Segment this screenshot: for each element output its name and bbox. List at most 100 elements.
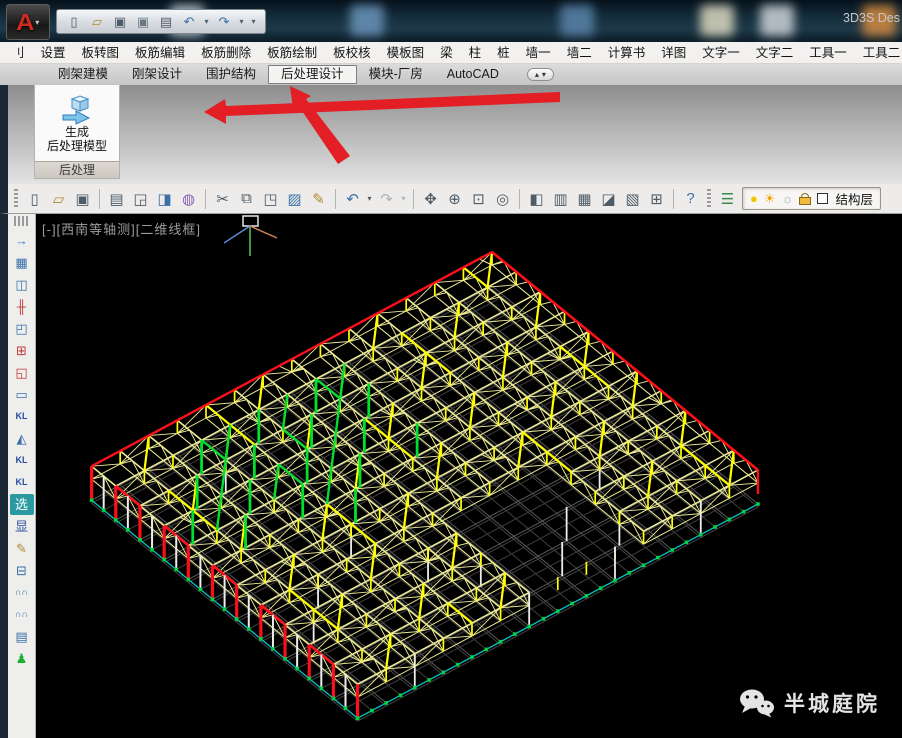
qat-undo-icon[interactable]: ↶	[179, 12, 199, 31]
menu-item-wall-2[interactable]: 墙二	[559, 42, 600, 64]
layer-color-swatch[interactable]	[817, 193, 828, 204]
qat-redo-icon[interactable]: ↷	[214, 12, 234, 31]
tab-frame-design[interactable]: 刚架设计	[120, 65, 194, 84]
menu-item-slab-rebar-delete[interactable]: 板筋删除	[193, 42, 259, 64]
window-plain-icon[interactable]: ▭	[10, 384, 34, 405]
tab-envelope-structure[interactable]: 围护结构	[194, 65, 268, 84]
redo-icon[interactable]: ↷	[375, 188, 398, 210]
properties-icon[interactable]: ▦	[573, 188, 596, 210]
qat-undo-dropdown-icon[interactable]: ▾	[202, 12, 211, 31]
kl-move-icon[interactable]: KL	[10, 406, 34, 427]
kl-mirror-icon[interactable]: ◭	[10, 428, 34, 449]
menu-item-tools-2[interactable]: 工具二	[855, 42, 902, 64]
undo-dropdown-icon[interactable]: ▾	[365, 188, 374, 210]
layer-on-bulb-icon[interactable]: ●	[750, 192, 758, 205]
viewport-canvas[interactable]: [-][西南等轴测][二维线框]	[36, 214, 902, 738]
layer-manager-icon[interactable]: ☰	[716, 188, 739, 210]
slab-copy-icon[interactable]: ◫	[10, 274, 34, 295]
redo-dropdown-icon[interactable]: ▾	[399, 188, 408, 210]
qat-open-icon[interactable]: ▱	[87, 12, 107, 31]
toolbar-grip[interactable]	[14, 216, 30, 226]
grid-check-icon[interactable]: ⊞	[10, 340, 34, 361]
menu-item-slab-rebar-draw[interactable]: 板筋绘制	[259, 42, 325, 64]
report-doc-icon[interactable]: ▤	[10, 626, 34, 647]
qat-customize-icon[interactable]: ▾	[249, 12, 258, 31]
print-preview-icon[interactable]: ◲	[129, 188, 152, 210]
tab-post-process-design[interactable]: 后处理设计	[268, 65, 357, 84]
paste-block-icon[interactable]: ▨	[283, 188, 306, 210]
open-icon[interactable]: ▱	[47, 188, 70, 210]
annotate-pen-icon[interactable]: ✎	[10, 538, 34, 559]
beam-dim-icon[interactable]: ╫	[10, 296, 34, 317]
copy-icon[interactable]: ⧉	[235, 188, 258, 210]
tab-module-plant[interactable]: 模块-厂房	[357, 65, 435, 84]
layer-lock-icon[interactable]	[799, 193, 811, 205]
beam-section-icon[interactable]: ⊟	[10, 560, 34, 581]
new-icon[interactable]: ▯	[23, 188, 46, 210]
menu-item-detail-drawing[interactable]: 详图	[653, 42, 694, 64]
menu-item-settings[interactable]: 设置	[33, 42, 74, 64]
display-icon[interactable]: 显	[10, 516, 34, 537]
menu-item-beam[interactable]: 梁	[432, 42, 461, 64]
tab-frame-modeling[interactable]: 刚架建模	[46, 65, 120, 84]
qat-save-as-icon[interactable]: ▣	[133, 12, 153, 31]
ribbon-collapse-button[interactable]: ▴ ▾	[527, 68, 554, 81]
publish-icon[interactable]: ◨	[153, 188, 176, 210]
calculator-icon[interactable]: ⊞	[645, 188, 668, 210]
slab-grid-icon[interactable]: ▦	[10, 252, 34, 273]
select-icon[interactable]: 选	[10, 494, 34, 515]
viewport-view-label[interactable]: [-][西南等轴测][二维线框]	[42, 219, 201, 238]
sheet-set-icon[interactable]: ◪	[597, 188, 620, 210]
help-icon[interactable]: ?	[679, 188, 702, 210]
qat-save-icon[interactable]: ▣	[110, 12, 130, 31]
menu-item-slab-rebar-edit[interactable]: 板筋编辑	[127, 42, 193, 64]
menu-item-clipped[interactable]: 刂	[4, 42, 33, 64]
ucs-icon	[224, 216, 277, 256]
toolbar-grip[interactable]	[14, 189, 18, 209]
viewport-dialog-icon[interactable]: ◧	[525, 188, 548, 210]
qat-redo-dropdown-icon[interactable]: ▾	[237, 12, 246, 31]
zoom-previous-icon[interactable]: ◎	[491, 188, 514, 210]
tab-autocad[interactable]: AutoCAD	[435, 65, 511, 84]
generate-postprocess-model-button[interactable]: 生成 后处理模型	[35, 94, 119, 153]
menu-item-wall-1[interactable]: 墙一	[518, 42, 559, 64]
menu-item-formwork-drawing[interactable]: 模板图	[379, 42, 433, 64]
menu-item-tools-1[interactable]: 工具一	[801, 42, 855, 64]
toolbar-grip[interactable]	[707, 189, 711, 209]
window-title: 3D3S Des	[843, 11, 900, 25]
kl-find-icon[interactable]: KL	[10, 472, 34, 493]
paste-icon[interactable]: ◳	[259, 188, 282, 210]
double-section-icon[interactable]: ∩∩	[10, 582, 34, 603]
plot-icon[interactable]: ▤	[105, 188, 128, 210]
menu-item-slab-check[interactable]: 板校核	[325, 42, 379, 64]
design-center-icon[interactable]: ▧	[621, 188, 644, 210]
menu-item-text-1[interactable]: 文字一	[694, 42, 748, 64]
save-icon[interactable]: ▣	[71, 188, 94, 210]
cut-icon[interactable]: ✂	[211, 188, 234, 210]
qat-new-icon[interactable]: ▯	[64, 12, 84, 31]
current-layer-name[interactable]: 结构层	[834, 189, 873, 208]
zoom-realtime-icon[interactable]: ⊕	[443, 188, 466, 210]
layer-freeze-icon[interactable]: ☼	[782, 192, 794, 205]
pan-icon[interactable]: ✥	[419, 188, 442, 210]
forward-arrow-icon[interactable]: →	[10, 230, 34, 251]
view-sphere-icon[interactable]: ◍	[177, 188, 200, 210]
kl-edit-icon[interactable]: KL	[10, 450, 34, 471]
tool-palettes-icon[interactable]: ▥	[549, 188, 572, 210]
menu-item-slab-to-drawing[interactable]: 板转图	[74, 42, 128, 64]
window-mark-icon[interactable]: ◱	[10, 362, 34, 383]
zoom-window-icon[interactable]: ⊡	[467, 188, 490, 210]
menu-item-column[interactable]: 柱	[461, 42, 490, 64]
corner-window-icon[interactable]: ◰	[10, 318, 34, 339]
green-support-icon[interactable]: ♟	[10, 648, 34, 669]
layer-thaw-sun-icon[interactable]: ☀	[764, 192, 776, 205]
autocad-logo-button[interactable]: A ▾	[6, 4, 50, 40]
double-section-small-icon[interactable]: ∩∩	[10, 604, 34, 625]
menu-item-calc-report[interactable]: 计算书	[600, 42, 654, 64]
menu-item-pile[interactable]: 桩	[489, 42, 518, 64]
qat-plot-icon[interactable]: ▤	[156, 12, 176, 31]
match-properties-icon[interactable]: ✎	[307, 188, 330, 210]
menu-item-text-2[interactable]: 文字二	[748, 42, 802, 64]
button-label-line2: 后处理模型	[47, 139, 107, 153]
undo-icon[interactable]: ↶	[341, 188, 364, 210]
